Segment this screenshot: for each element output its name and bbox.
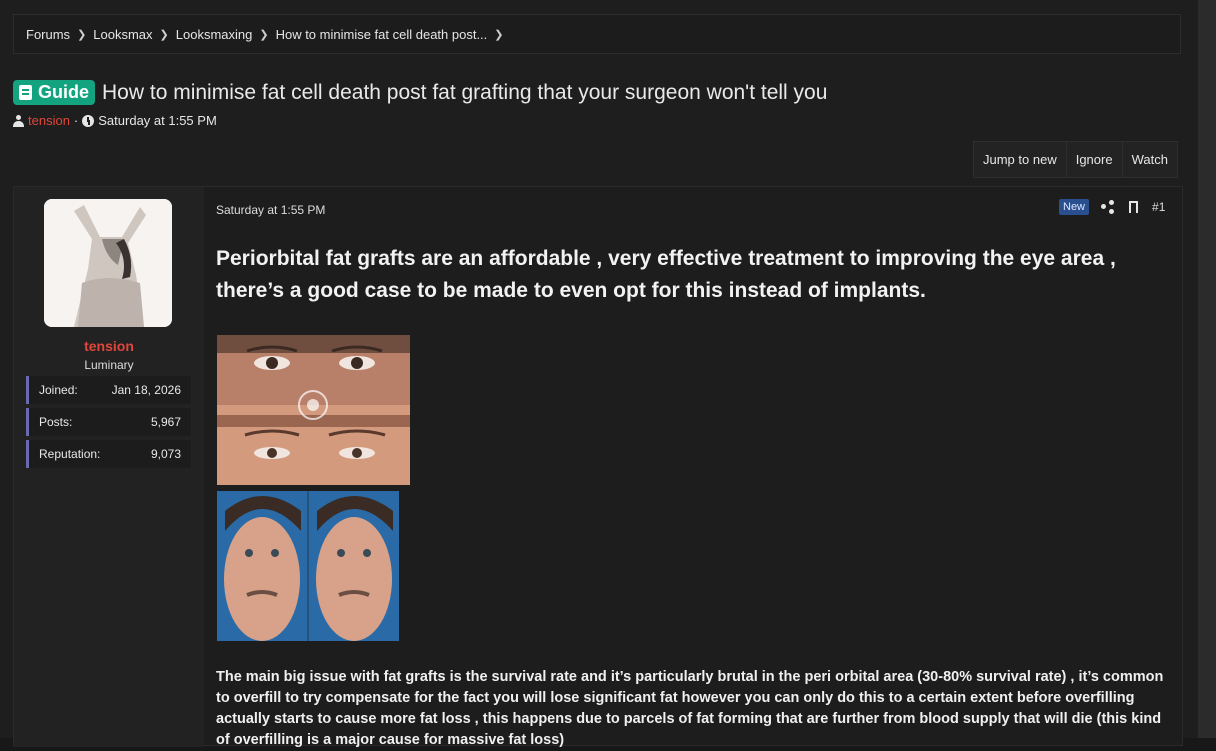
post-lead: Periorbital fat grafts are an affordable…	[216, 247, 1116, 302]
stat-reputation: Reputation: 9,073	[26, 440, 191, 468]
stat-posts: Posts: 5,967	[26, 408, 191, 436]
jump-to-new-button[interactable]: Jump to new	[974, 142, 1067, 177]
chevron-right-icon: ❯	[494, 28, 504, 41]
post: tension Luminary Joined: Jan 18, 2026 Pos…	[13, 186, 1183, 748]
stat-label: Posts:	[39, 415, 73, 429]
breadcrumb: Forums ❯ Looksmax ❯ Looksmaxing ❯ How to mi…	[13, 14, 1181, 54]
breadcrumb-thread[interactable]: How to minimise fat cell death post...	[276, 27, 488, 42]
thread-meta: tension · Saturday at 1:55 PM	[13, 113, 217, 128]
share-icon[interactable]	[1101, 200, 1115, 214]
chevron-right-icon: ❯	[77, 28, 87, 41]
breadcrumb-forums[interactable]: Forums	[26, 27, 70, 42]
prefix-badge[interactable]: Guide	[13, 80, 96, 105]
thread-author[interactable]: tension	[28, 113, 70, 128]
book-icon	[19, 85, 32, 100]
thread-actions: Jump to new Ignore Watch	[973, 141, 1178, 178]
separator: ·	[73, 113, 79, 128]
page: Forums ❯ Looksmax ❯ Looksmaxing ❯ How to mi…	[0, 0, 1198, 748]
stat-joined: Joined: Jan 18, 2026	[26, 376, 191, 404]
ignore-button[interactable]: Ignore	[1067, 142, 1123, 177]
avatar[interactable]	[44, 199, 172, 327]
post-tools: New #1	[1059, 199, 1165, 215]
post-username[interactable]: tension	[14, 338, 204, 354]
breadcrumb-looksmaxing[interactable]: Looksmaxing	[176, 27, 253, 42]
breadcrumb-looksmax[interactable]: Looksmax	[93, 27, 152, 42]
thread-date[interactable]: Saturday at 1:55 PM	[98, 113, 217, 128]
stat-value: 9,073	[150, 447, 181, 461]
bookmark-icon[interactable]	[1129, 201, 1139, 213]
page-title: How to minimise fat cell death post fat …	[102, 80, 828, 104]
chevron-right-icon: ❯	[259, 28, 269, 41]
post-date[interactable]: Saturday at 1:55 PM	[216, 203, 325, 217]
stat-label: Reputation:	[39, 447, 101, 461]
user-title: Luminary	[84, 358, 134, 372]
chevron-right-icon: ❯	[159, 28, 169, 41]
new-badge: New	[1059, 199, 1090, 215]
watch-button[interactable]: Watch	[1123, 142, 1177, 177]
stat-value: Jan 18, 2026	[111, 383, 181, 397]
user-icon	[13, 114, 24, 127]
clock-icon	[82, 114, 95, 127]
eye-comparison-image[interactable]	[217, 335, 410, 485]
face-comparison-image[interactable]	[217, 491, 399, 641]
user-panel: tension Luminary Joined: Jan 18, 2026 Pos…	[14, 187, 204, 747]
post-number[interactable]: #1	[1152, 200, 1165, 214]
prefix-label: Guide	[38, 82, 90, 102]
post-body: The main big issue with fat grafts is th…	[216, 669, 1164, 748]
scrollbar[interactable]	[1198, 0, 1216, 738]
stat-value: 5,967	[150, 415, 181, 429]
stat-label: Joined:	[39, 383, 78, 397]
thread-header: Guide How to minimise fat cell death pos…	[13, 80, 827, 105]
